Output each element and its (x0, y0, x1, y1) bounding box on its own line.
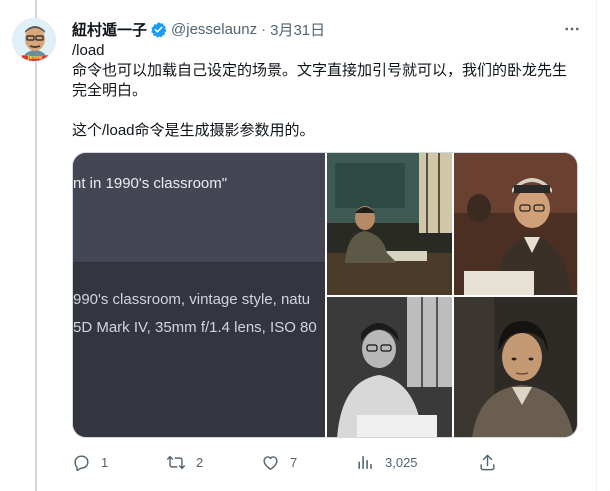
reply-button[interactable]: 1 (72, 452, 108, 472)
media-chat-screenshot[interactable]: nt in 1990's classroom" 990's classroom,… (73, 153, 325, 437)
tweet-text-line: 完全明白。 (72, 82, 148, 99)
screenshot-text-line: 5D Mark IV, 35mm f/1.4 lens, ISO 80 (73, 319, 317, 336)
like-count: 7 (290, 454, 298, 470)
timeline-border (596, 0, 597, 491)
author-handle[interactable]: @jesselaunz (171, 21, 257, 38)
tweet-text: /load 命令也可以加载自己设定的场景。文字直接加引号就可以，我们的卧龙先生 … (72, 41, 582, 141)
tweet-media[interactable]: nt in 1990's classroom" 990's classroom,… (72, 152, 578, 438)
more-options-button[interactable] (560, 17, 584, 41)
chat-response-band (73, 263, 325, 437)
tweet-date[interactable]: 3月31日 (270, 19, 325, 40)
tweet-text-line: 命令也可以加载自己设定的场景。文字直接加引号就可以，我们的卧龙先生 (72, 62, 568, 79)
reply-count: 1 (101, 454, 109, 470)
views-count: 3,025 (385, 454, 418, 470)
screenshot-text-line: 990's classroom, vintage style, natu (73, 291, 311, 308)
retweet-icon (166, 455, 186, 469)
media-photo-grid (327, 153, 577, 437)
share-button[interactable] (478, 452, 497, 472)
tweet-header: 紐村遁一子 @jesselaunz · 3月31日 (72, 19, 325, 39)
avatar[interactable]: Jesse (12, 18, 56, 62)
photo-student-glasses-cap[interactable] (454, 153, 577, 295)
tweet-actions: 1 2 7 3,025 (72, 452, 502, 472)
tweet-text-line: /load (72, 42, 105, 59)
verified-badge-icon (150, 21, 167, 38)
screenshot-text-line: nt in 1990's classroom" (73, 175, 228, 192)
tweet-text-line: 这个/load命令是生成摄影参数用的。 (72, 122, 315, 139)
chat-prompt-band (73, 153, 325, 263)
more-horizontal-icon (565, 27, 579, 31)
photo-student-glasses-bw[interactable] (327, 297, 452, 437)
like-button[interactable]: 7 (261, 452, 297, 472)
author-name[interactable]: 紐村遁一子 (72, 19, 147, 40)
retweet-button[interactable]: 2 (166, 452, 203, 472)
separator-dot: · (261, 20, 267, 38)
reply-icon (74, 454, 89, 471)
avatar-illustration: Jesse (13, 19, 55, 61)
photo-student-writing[interactable] (327, 153, 452, 295)
share-icon (480, 454, 495, 470)
analytics-icon (358, 455, 372, 469)
svg-text:Jesse: Jesse (27, 55, 43, 61)
thread-line (35, 0, 37, 491)
retweet-count: 2 (196, 454, 204, 470)
heart-icon (263, 455, 278, 470)
views-button[interactable]: 3,025 (356, 452, 418, 472)
photo-student-portrait[interactable] (454, 297, 577, 437)
